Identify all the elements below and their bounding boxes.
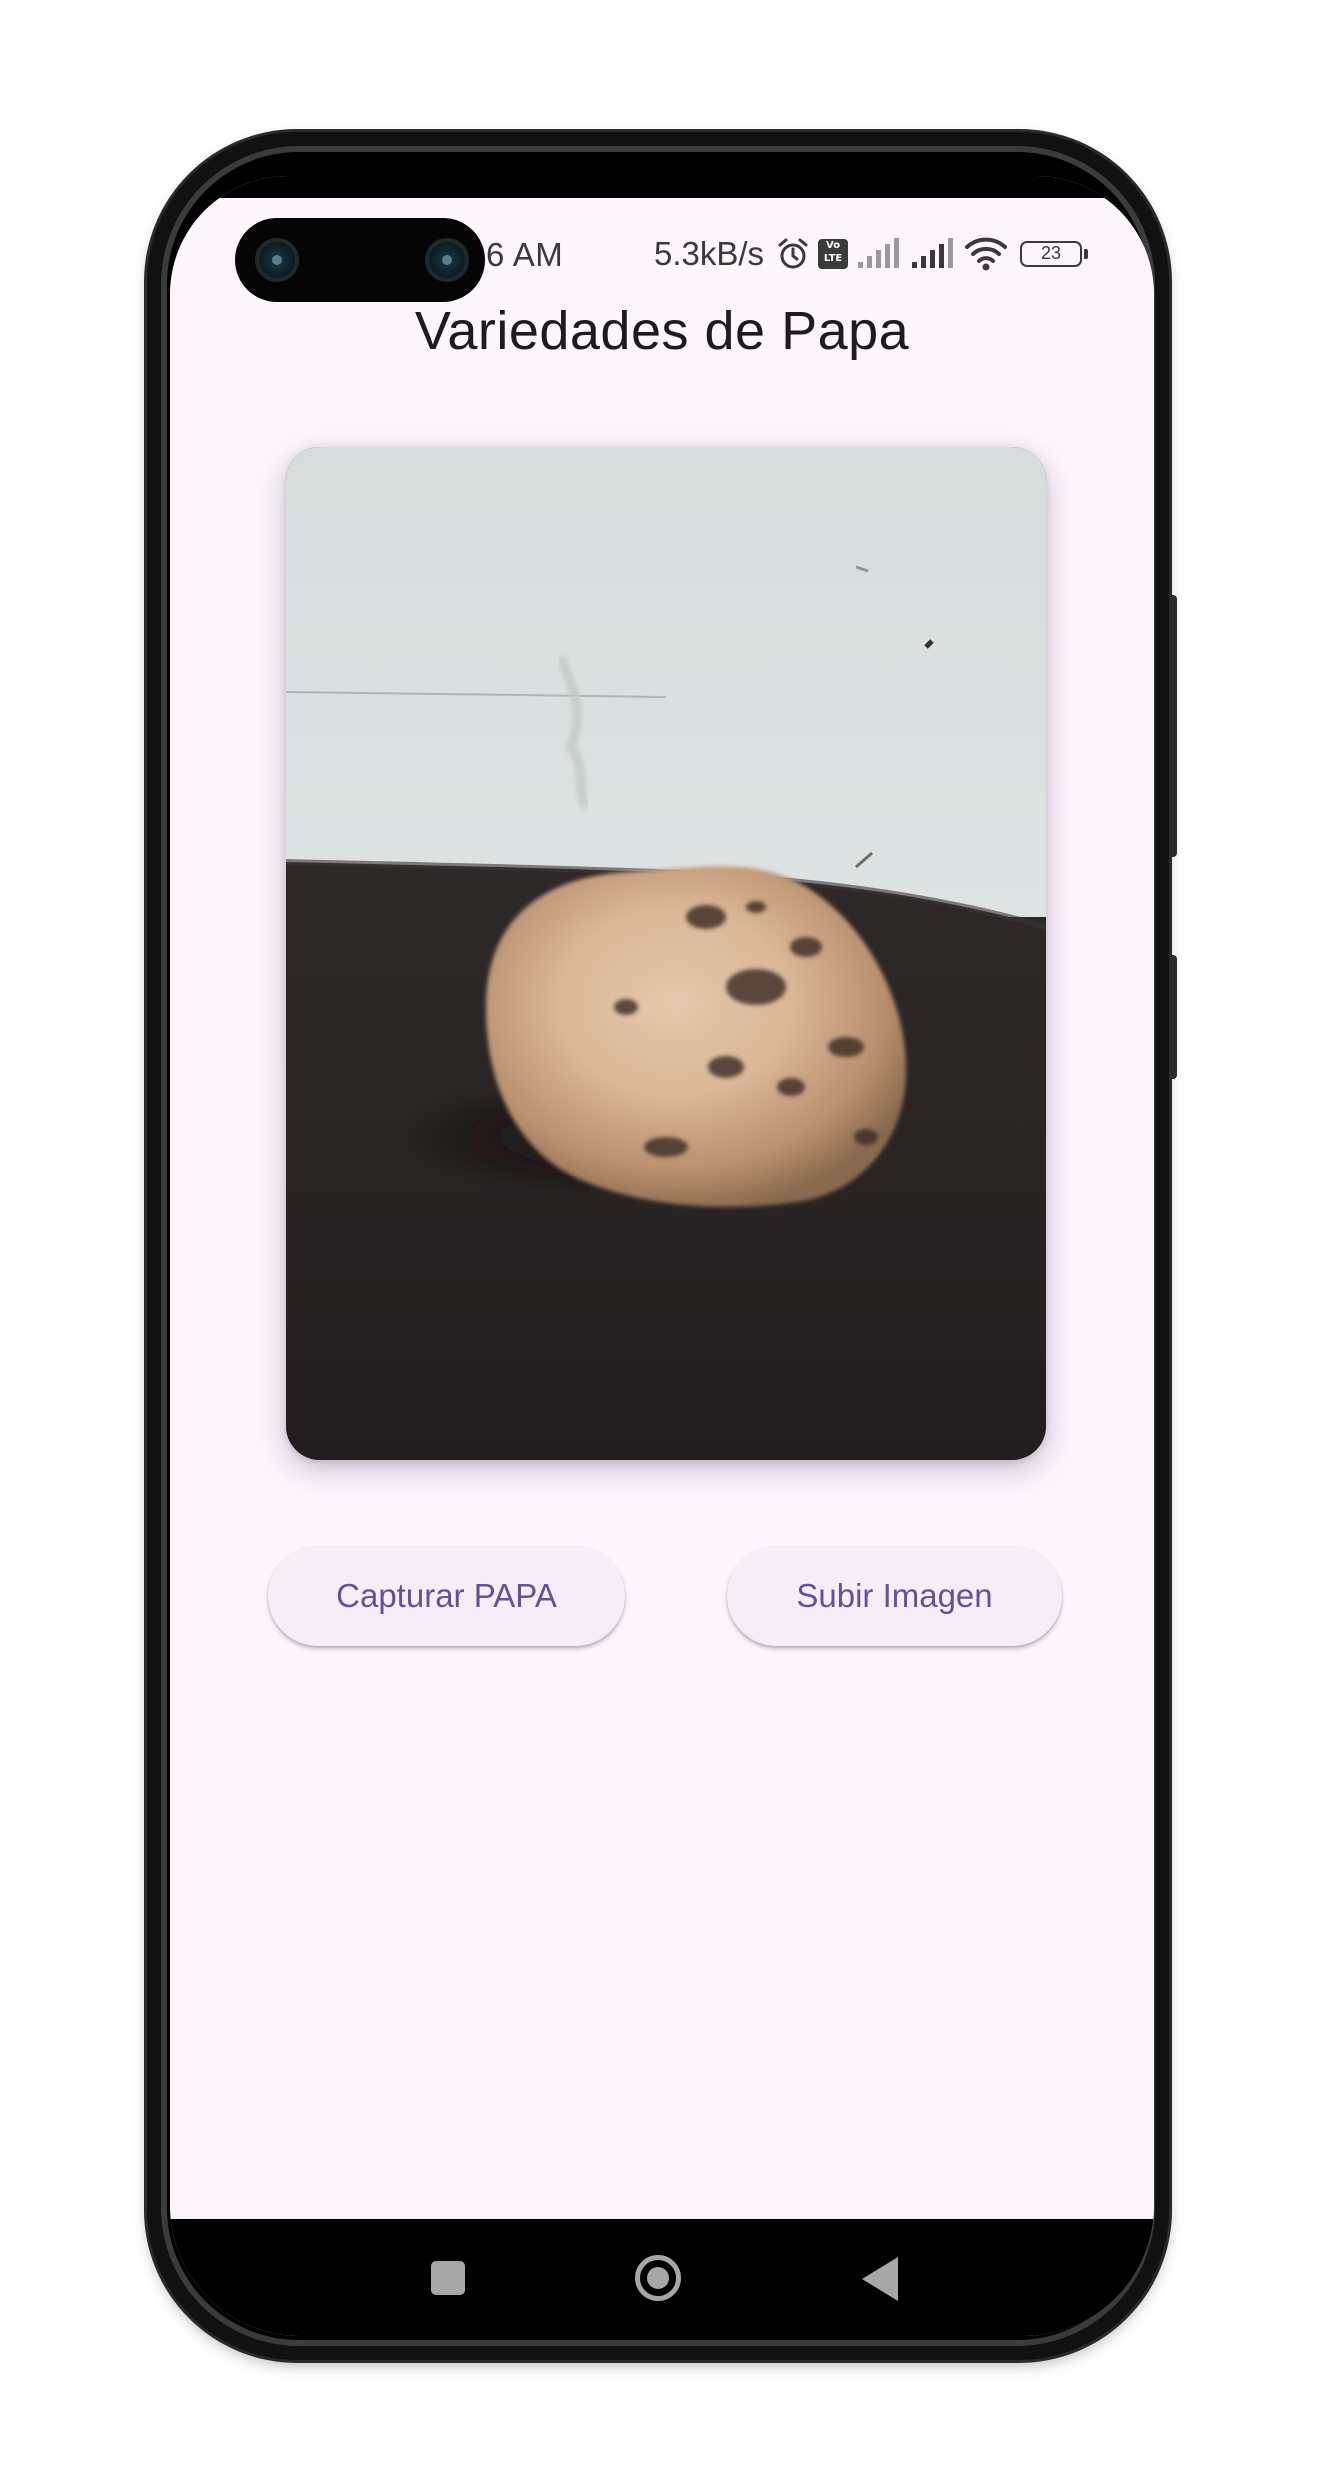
potato-photo-preview [286,447,1046,1460]
recents-icon[interactable] [431,2261,465,2295]
camera-cutout [235,218,485,302]
phone-screen: 6 AM 5.3kB/s Vo LTE 23 Variedades de Pap… [170,176,1154,2336]
volume-button [1169,955,1177,1079]
upload-image-button[interactable]: Subir Imagen [727,1546,1062,1646]
volte-icon: Vo LTE [818,239,849,269]
camera-lens-icon [425,238,469,282]
wifi-icon [964,236,1008,272]
back-icon[interactable] [862,2257,898,2301]
status-icons: 5.3kB/s Vo LTE 23 [654,232,1089,276]
potato-photo [286,447,1046,1460]
signal-icon [910,238,956,270]
home-icon[interactable] [635,2255,681,2301]
capture-potato-button[interactable]: Capturar PAPA [268,1546,625,1646]
network-speed: 5.3kB/s [654,235,765,272]
status-time: 6 AM [486,236,564,273]
signal-icon [856,238,902,270]
device-stage: 6 AM 5.3kB/s Vo LTE 23 Variedades de Pap… [0,0,1321,2490]
page-title: Variedades de Papa [414,301,910,361]
status-bar: 6 AM 5.3kB/s Vo LTE 23 [170,206,1154,302]
navigation-bar [170,2219,1154,2336]
alarm-icon [776,237,810,271]
camera-lens-icon [255,238,299,282]
battery-icon: 23 [1020,241,1089,267]
power-button [1169,595,1177,857]
